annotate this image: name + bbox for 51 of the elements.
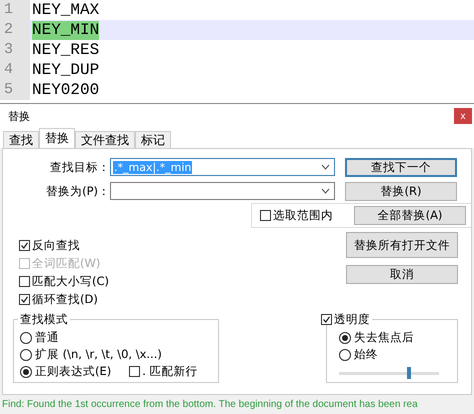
radio-label: 始终: [354, 347, 378, 362]
tab[interactable]: 替换: [39, 128, 75, 148]
radio-label: 正则表达式(E): [35, 364, 112, 379]
checkbox-label: 全词匹配(W): [32, 256, 100, 271]
radio-button[interactable]: [339, 332, 351, 344]
radio-button[interactable]: [20, 348, 32, 360]
dialog-button[interactable]: 替换所有打开文件: [346, 232, 458, 258]
radio-label: 扩展 (\n, \r, \t, \0, \x...): [35, 347, 162, 362]
radio-label: 普通: [35, 330, 59, 345]
field-label: 查找目标：: [49, 160, 110, 174]
radio-button[interactable]: [20, 332, 32, 344]
checkbox-label: 反向查找: [32, 238, 80, 253]
checkbox[interactable]: [260, 210, 271, 221]
checkbox[interactable]: [19, 276, 30, 287]
dialog-button[interactable]: 替换(R): [345, 182, 457, 200]
radio-button[interactable]: [20, 366, 32, 378]
checkbox[interactable]: [129, 366, 140, 377]
slider-thumb[interactable]: [407, 367, 411, 379]
line-number: 3: [0, 40, 30, 60]
tab[interactable]: 查找: [3, 131, 39, 148]
dropdown-caret-icon[interactable]: [321, 188, 330, 194]
window-title: 替换: [8, 108, 30, 124]
dropdown-caret-icon[interactable]: [321, 164, 330, 170]
checkbox-label: 循环查找(D): [32, 292, 98, 307]
checkbox-label: 匹配大小写(C): [32, 274, 110, 289]
close-button[interactable]: x: [454, 108, 472, 124]
dialog-button[interactable]: 查找下一个: [345, 158, 457, 176]
replace-field[interactable]: [110, 182, 335, 200]
code-text: NEY0200: [32, 80, 100, 100]
checkbox-label: 透明度: [332, 312, 372, 327]
code-text: NEY_MAX: [32, 0, 100, 20]
checkbox[interactable]: [19, 294, 30, 305]
checkbox[interactable]: [321, 314, 332, 325]
field-label: 替换为(P)：: [45, 184, 110, 198]
radio-label: 失去焦点后: [354, 330, 414, 345]
group-title: 查找模式: [18, 312, 70, 327]
tab[interactable]: 标记: [135, 131, 171, 148]
checkbox-label: 选取范围内: [273, 208, 333, 223]
line-number: 5: [0, 80, 30, 100]
code-text: NEY_RES: [32, 40, 100, 60]
code-text: NEY_DUP: [32, 60, 100, 80]
dialog-button[interactable]: 全部替换(A): [354, 206, 466, 225]
line-number: 2: [0, 20, 30, 40]
dialog-button[interactable]: 取消: [346, 265, 458, 284]
line-number: 4: [0, 60, 30, 80]
checkbox-label: . 匹配新行: [142, 364, 198, 379]
line-number: 1: [0, 0, 30, 20]
tab[interactable]: 文件查找: [75, 131, 135, 148]
radio-button[interactable]: [339, 348, 351, 360]
code-text: NEY_MIN: [32, 20, 100, 40]
checkbox[interactable]: [19, 240, 30, 251]
